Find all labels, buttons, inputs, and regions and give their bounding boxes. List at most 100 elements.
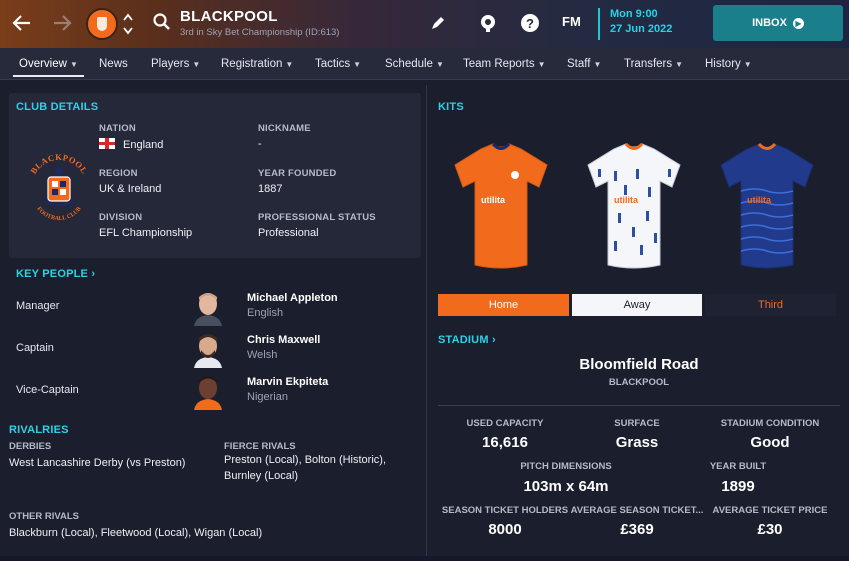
tab-team-reports[interactable]: Team Reports ▼ [463,48,546,80]
top-header: BLACKPOOL 3rd in Sky Bet Championship (I… [0,0,849,48]
club-details-title: CLUB DETAILS [16,101,99,113]
bottom-strip [0,556,849,561]
forward-arrow-icon[interactable] [50,11,74,35]
tab-news[interactable]: News [99,48,128,80]
tab-registration[interactable]: Registration ▼ [221,48,293,80]
right-column: KITS utilita utilita utilita Home Away T… [429,81,849,561]
chevron-down-icon: ▼ [285,60,294,69]
tab-staff[interactable]: Staff ▼ [567,48,601,80]
chevron-down-icon: ▼ [353,60,362,69]
average-season-ticket-value: £369 [620,521,654,538]
person-name[interactable]: Chris Maxwell [247,334,320,346]
used-capacity-value: 16,616 [482,434,528,451]
manager-avatar[interactable] [192,288,224,326]
division-value[interactable]: EFL Championship [99,227,192,239]
chevron-right-icon: › [91,268,96,280]
year-built-label: YEAR BUILT [709,461,767,472]
vice-captain-avatar[interactable] [192,372,224,410]
region-value: UK & Ireland [99,183,162,195]
search-icon[interactable] [152,12,172,32]
tab-tactics[interactable]: Tactics ▼ [315,48,361,80]
person-name[interactable]: Marvin Ekpiteta [247,376,328,388]
key-person-row[interactable]: Captain Chris Maxwell Welsh [0,328,428,370]
left-column: CLUB DETAILS BLACKPOOL FOOTBALL CLUB NAT… [0,81,428,561]
club-name: BLACKPOOL [180,8,278,25]
chevron-down-icon: ▼ [435,60,444,69]
fierce-rivals-line1[interactable]: Preston (Local), Bolton (Historic), [224,453,386,468]
used-capacity-label: USED CAPACITY [466,418,544,429]
chevron-down-icon: ▼ [743,60,752,69]
fm-logo[interactable]: FM [562,14,581,29]
pencil-icon[interactable] [428,13,448,33]
arrow-right-icon: ▶ [792,17,804,29]
pitch-dimensions-value: 103m x 64m [523,478,609,495]
stadium-city: BLACKPOOL [608,377,670,388]
derbies-label: DERBIES [9,441,52,452]
home-kit-shirt[interactable]: utilita [451,141,551,271]
person-nationality: Welsh [247,349,278,361]
nickname-label: NICKNAME [258,123,311,134]
fierce-rivals-line2[interactable]: Burnley (Local) [224,469,298,484]
third-kit-shirt[interactable]: utilita [717,141,817,271]
nation-value: England [99,138,163,151]
game-date: Mon 9:00 27 Jun 2022 [598,8,672,40]
other-rivals-value[interactable]: Blackburn (Local), Fleetwood (Local), Wi… [9,526,262,541]
club-crest: BLACKPOOL FOOTBALL CLUB [28,152,89,222]
person-nationality: Nigerian [247,391,288,403]
club-switcher-icon[interactable] [122,10,134,38]
person-role: Captain [16,342,54,354]
chevron-down-icon: ▼ [675,60,684,69]
inbox-button[interactable]: INBOX ▶ [713,5,843,41]
stadium-link[interactable]: STADIUM › [438,334,496,346]
pitch-dimensions-label: PITCH DIMENSIONS [520,461,612,472]
chevron-right-icon: › [491,334,496,346]
stadium-condition-label: STADIUM CONDITION [720,418,820,429]
stadium-condition-value: Good [750,434,790,451]
person-role: Vice-Captain [16,384,79,396]
chevron-down-icon: ▼ [69,60,78,69]
nickname-value: - [258,138,262,150]
help-icon[interactable]: ? [520,13,540,33]
person-name[interactable]: Michael Appleton [247,292,338,304]
kit-tab-away[interactable]: Away [572,294,702,316]
date-full: 27 Jun 2022 [610,23,673,35]
key-people-link[interactable]: KEY PEOPLE › [16,268,95,280]
tab-bar: Overview ▼ News Players ▼ Registration ▼ Ta… [0,48,849,80]
tab-overview[interactable]: Overview ▼ [13,48,84,80]
person-nationality: English [247,307,284,319]
fierce-rivals-label: FIERCE RIVALS [224,441,296,452]
tab-players[interactable]: Players ▼ [151,48,200,80]
captain-avatar[interactable] [192,330,224,368]
tab-transfers[interactable]: Transfers ▼ [624,48,683,80]
england-flag-icon [99,138,115,149]
kit-tab-third[interactable]: Third [705,294,836,316]
club-vision-icon[interactable] [478,13,498,33]
key-person-row[interactable]: Manager Michael Appleton English [0,286,428,328]
chevron-down-icon: ▼ [537,60,546,69]
surface-label: SURFACE [614,418,660,429]
kit-tab-home[interactable]: Home [438,294,569,316]
rivalries-title: RIVALRIES [9,424,69,436]
svg-text:utilita: utilita [614,195,639,205]
average-ticket-price-label: AVERAGE TICKET PRICE [712,505,828,516]
tab-history[interactable]: History ▼ [705,48,752,80]
chevron-down-icon: ▼ [192,60,201,69]
svg-text:FOOTBALL CLUB: FOOTBALL CLUB [35,206,82,222]
average-season-ticket-label: AVERAGE SEASON TICKET... [570,505,704,516]
svg-text:utilita: utilita [747,195,772,205]
nation-label: NATION [99,123,136,134]
away-kit-shirt[interactable]: utilita [584,141,684,271]
derbies-value[interactable]: West Lancashire Derby (vs Preston) [9,456,185,471]
key-person-row[interactable]: Vice-Captain Marvin Ekpiteta Nigerian [0,370,428,412]
division-label: DIVISION [99,212,143,223]
stadium-name: Bloomfield Road [579,356,699,373]
season-ticket-holders-label: SEASON TICKET HOLDERS [441,505,569,516]
back-arrow-icon[interactable] [10,11,34,35]
tab-schedule[interactable]: Schedule ▼ [385,48,444,80]
professional-status-label: PROFESSIONAL STATUS [258,212,376,223]
year-built-value: 1899 [721,478,755,495]
club-crest-small[interactable] [86,8,118,40]
svg-text:?: ? [526,16,534,31]
surface-value: Grass [615,434,659,451]
chevron-down-icon: ▼ [593,60,602,69]
